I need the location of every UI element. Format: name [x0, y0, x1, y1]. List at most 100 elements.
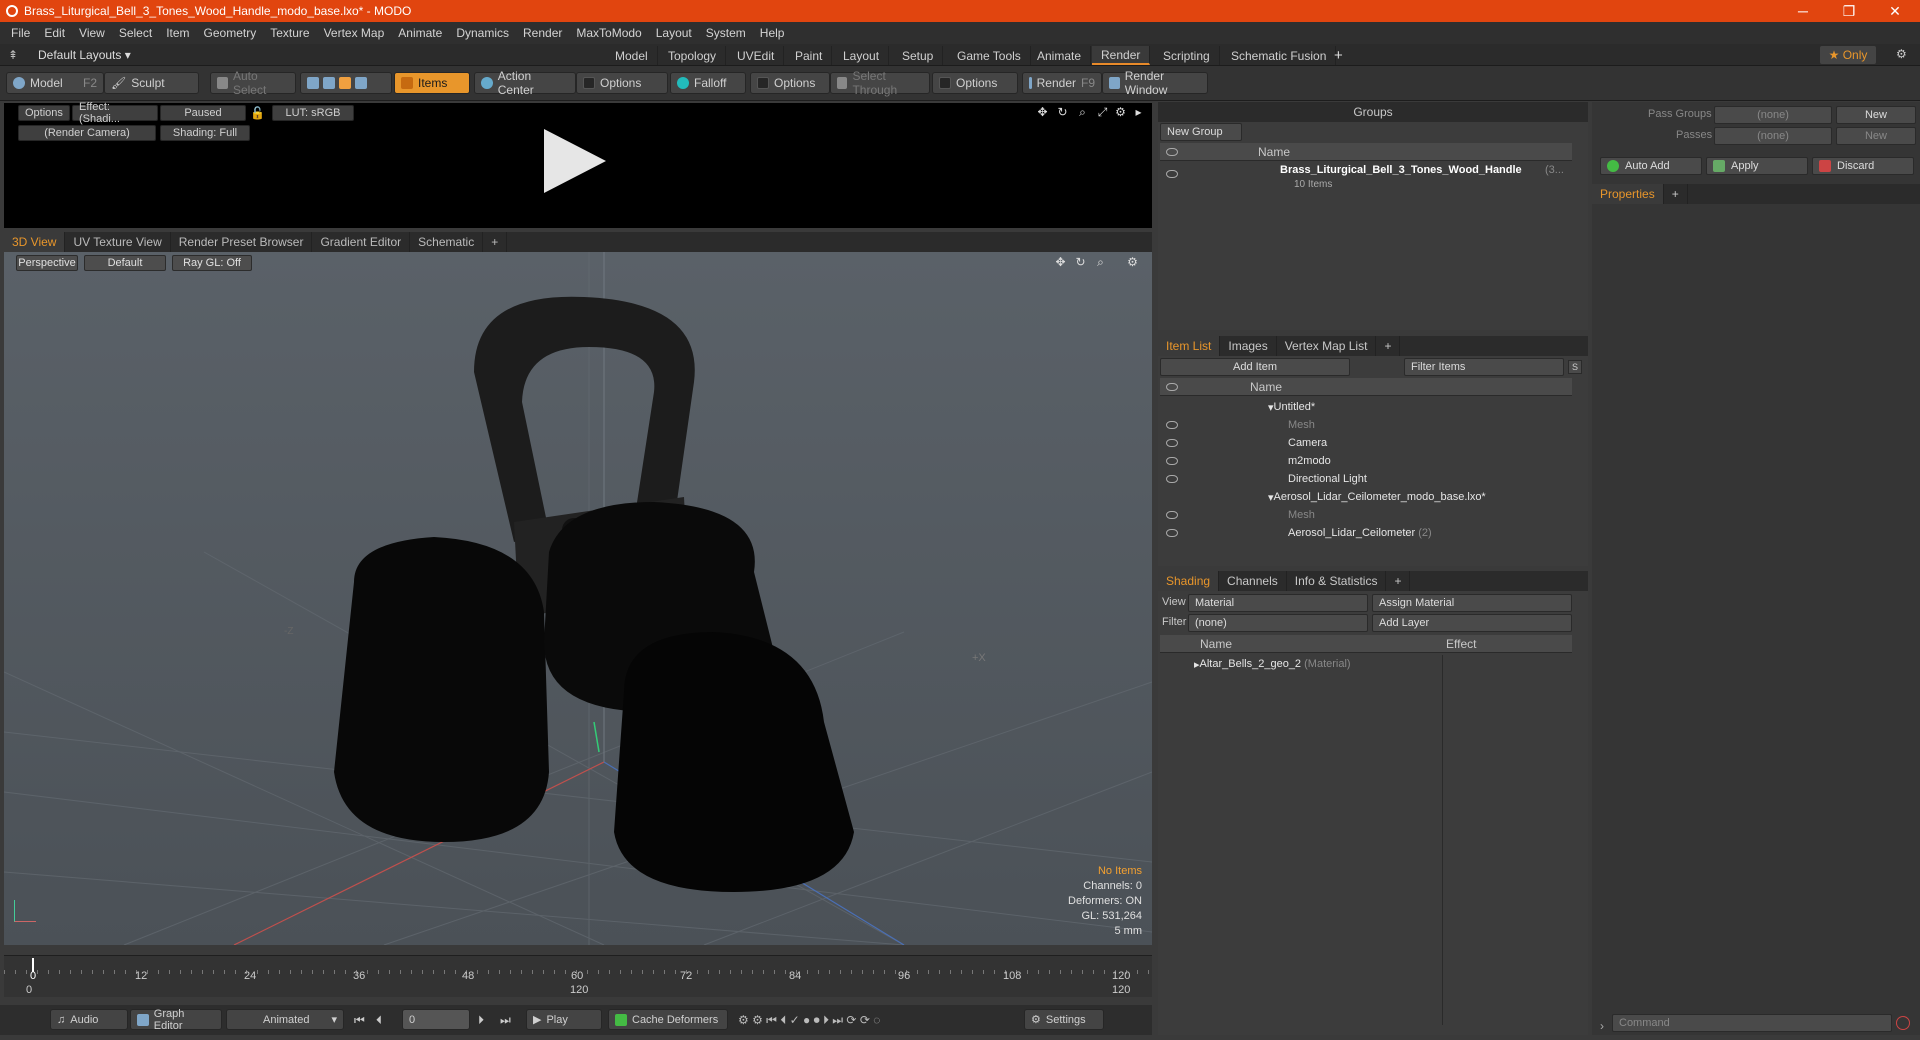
menu-help[interactable]: Help: [753, 26, 792, 40]
default-layouts-dropdown[interactable]: Default Layouts ▾: [38, 48, 131, 62]
tab-uvedit[interactable]: UVEdit: [728, 46, 785, 65]
viewport-move-icon[interactable]: ✥: [1054, 256, 1067, 269]
zoom-icon[interactable]: ⌕: [1076, 106, 1089, 119]
tab-3d-view[interactable]: 3D View: [4, 232, 66, 252]
tab-gradient-editor[interactable]: Gradient Editor: [312, 232, 411, 252]
rotate-icon[interactable]: ↻: [1056, 106, 1069, 119]
apply-button[interactable]: Apply: [1706, 157, 1808, 175]
menu-edit[interactable]: Edit: [37, 26, 72, 40]
animated-dropdown[interactable]: Animated ▾: [226, 1009, 344, 1030]
new-group-button[interactable]: New Group: [1160, 123, 1242, 141]
add-properties-tab-button[interactable]: +: [1664, 184, 1688, 204]
tab-setup[interactable]: Setup: [893, 46, 944, 65]
sculpt-button[interactable]: 🖌 Sculpt: [104, 72, 199, 94]
menu-system[interactable]: System: [699, 26, 753, 40]
audio-button[interactable]: ♫ Audio: [50, 1009, 128, 1030]
command-stop-icon[interactable]: [1896, 1016, 1910, 1030]
tab-schematic[interactable]: Schematic: [410, 232, 484, 252]
filter-items-input[interactable]: Filter Items: [1404, 358, 1564, 376]
cache-deformers-button[interactable]: Cache Deformers: [608, 1009, 728, 1030]
tab-model[interactable]: Model: [606, 46, 658, 65]
visibility-eye-icon[interactable]: [1166, 439, 1178, 447]
model-button[interactable]: Model F2: [6, 72, 104, 94]
perspective-dropdown[interactable]: Perspective: [16, 255, 78, 271]
3d-viewport[interactable]: Perspective Default Ray GL: Off ✥ ↻ ⌕ ⚙ …: [4, 252, 1152, 945]
viewport-rotate-icon[interactable]: ↻: [1074, 256, 1087, 269]
key-icons[interactable]: ⚙ ⚙ ⏮ ⏴ ✓ ● ⏺ ⏵ ⏭ ⟳ ⟳ ◌: [738, 1013, 880, 1028]
lock-icon[interactable]: 🔓: [250, 106, 265, 120]
materials-mode-icon[interactable]: [355, 77, 367, 89]
item-row-aerosol-scene[interactable]: ▾ Aerosol_Lidar_Ceilometer_modo_base.lxo…: [1160, 488, 1572, 506]
minimize-button[interactable]: ─: [1780, 0, 1826, 22]
menu-select[interactable]: Select: [112, 26, 159, 40]
menu-view[interactable]: View: [72, 26, 112, 40]
item-row-aerosol-ceilometer[interactable]: Aerosol_Lidar_Ceilometer (2): [1160, 524, 1572, 542]
select-through-button[interactable]: Select Through: [830, 69, 930, 97]
tab-scripting[interactable]: Scripting: [1154, 46, 1220, 65]
tab-vertex-map-list[interactable]: Vertex Map List: [1277, 336, 1377, 356]
item-row-untitled[interactable]: ▾ Untitled*: [1160, 398, 1572, 416]
frame-input[interactable]: 0: [402, 1009, 470, 1030]
menu-animate[interactable]: Animate: [391, 26, 449, 40]
tab-properties[interactable]: Properties: [1592, 184, 1664, 204]
play-button[interactable]: ▶ Play: [526, 1009, 602, 1030]
play-icon[interactable]: [544, 129, 606, 193]
pass-groups-dropdown[interactable]: (none): [1714, 106, 1832, 124]
next-frame-icon[interactable]: ⏵: [478, 1013, 484, 1028]
s-toggle-button[interactable]: S: [1568, 360, 1582, 374]
filter-dropdown[interactable]: (none): [1188, 614, 1368, 632]
tab-game-tools[interactable]: Game Tools: [948, 46, 1031, 65]
only-toggle[interactable]: ★ Only: [1820, 46, 1876, 64]
layout-up-icon[interactable]: ⇞: [8, 48, 18, 62]
settings-button[interactable]: ⚙ Settings: [1024, 1009, 1104, 1030]
tab-item-list[interactable]: Item List: [1158, 336, 1221, 356]
item-row-mesh-2[interactable]: Mesh: [1160, 506, 1572, 524]
menu-maxtomodo[interactable]: MaxToModo: [569, 26, 648, 40]
items-mode-button[interactable]: Items: [394, 72, 470, 94]
maximize-button[interactable]: ❐: [1826, 0, 1872, 22]
material-row[interactable]: ▸ Altar_Bells_2_geo_2 (Material): [1160, 655, 1572, 673]
discard-button[interactable]: Discard: [1812, 157, 1914, 175]
close-button[interactable]: ✕: [1872, 0, 1918, 22]
item-row-mesh[interactable]: Mesh: [1160, 416, 1572, 434]
passes-dropdown[interactable]: (none): [1714, 127, 1832, 145]
render-camera-dropdown[interactable]: (Render Camera): [18, 125, 156, 141]
auto-add-button[interactable]: Auto Add: [1600, 157, 1702, 175]
tab-layout[interactable]: Layout: [834, 46, 890, 65]
tab-topology[interactable]: Topology: [659, 46, 727, 65]
menu-geometry[interactable]: Geometry: [197, 26, 264, 40]
prev-frame-icon[interactable]: ⏴: [376, 1013, 382, 1028]
render-button[interactable]: Render F9: [1022, 72, 1102, 94]
passes-new-button[interactable]: New: [1836, 127, 1916, 145]
add-tab-button[interactable]: +: [1334, 47, 1343, 64]
falloff-button[interactable]: Falloff: [670, 72, 746, 94]
tab-images[interactable]: Images: [1220, 336, 1277, 356]
assign-material-dropdown[interactable]: Assign Material: [1372, 594, 1572, 612]
item-row-camera[interactable]: Camera: [1160, 434, 1572, 452]
first-frame-icon[interactable]: ⏮: [354, 1013, 365, 1028]
fit-icon[interactable]: ⤢: [1096, 106, 1109, 119]
menu-texture[interactable]: Texture: [263, 26, 316, 40]
visibility-eye-icon[interactable]: [1166, 457, 1178, 465]
add-layer-dropdown[interactable]: Add Layer: [1372, 614, 1572, 632]
expand-arrow-icon[interactable]: ▸: [1132, 106, 1145, 119]
visibility-eye-icon[interactable]: [1166, 475, 1178, 483]
menu-item[interactable]: Item: [159, 26, 196, 40]
visibility-eye-icon[interactable]: [1166, 529, 1178, 537]
select-options-button[interactable]: Options: [932, 72, 1018, 94]
raygl-dropdown[interactable]: Ray GL: Off: [172, 255, 252, 271]
default-shading-dropdown[interactable]: Default: [84, 255, 166, 271]
add-viewport-tab-button[interactable]: +: [483, 232, 508, 252]
tab-info-statistics[interactable]: Info & Statistics: [1287, 571, 1387, 591]
item-row-directional-light[interactable]: Directional Light: [1160, 470, 1572, 488]
viewport-zoom-icon[interactable]: ⌕: [1094, 256, 1107, 269]
polygons-mode-icon[interactable]: [339, 77, 351, 89]
vertices-mode-icon[interactable]: [307, 77, 319, 89]
add-shading-tab-button[interactable]: +: [1386, 571, 1411, 591]
group-row[interactable]: Brass_Liturgical_Bell_3_Tones_Wood_Handl…: [1160, 162, 1572, 196]
falloff-options-button[interactable]: Options: [750, 72, 830, 94]
last-frame-icon[interactable]: ⏭: [500, 1013, 511, 1028]
move-icon[interactable]: ✥: [1036, 106, 1049, 119]
tab-schematic-fusion[interactable]: Schematic Fusion: [1222, 46, 1337, 65]
tab-render[interactable]: Render: [1092, 46, 1151, 65]
